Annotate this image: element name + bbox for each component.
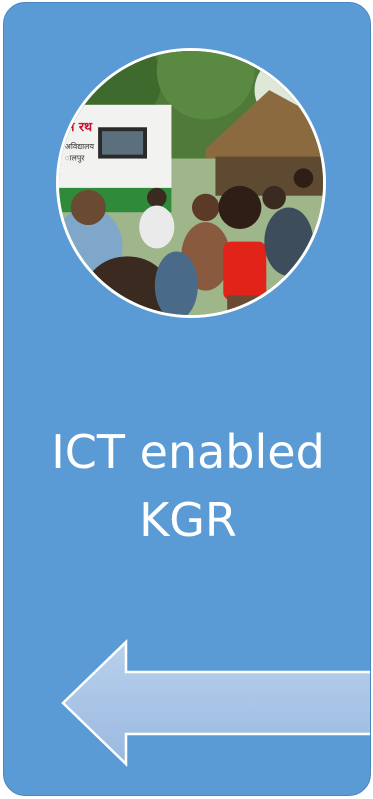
card-title-line-1: ICT enabled xyxy=(51,425,325,479)
card-title: ICT enabled KGR xyxy=(4,418,370,554)
van-sub-text-2: ालपुर xyxy=(65,154,85,164)
crowd-photo: म रथ अविद्यालय ालपुर xyxy=(56,48,326,318)
crowd-photo-illustration: म रथ अविद्यालय ालपुर xyxy=(59,51,323,315)
van-sub-text-1: अविद्यालय xyxy=(65,142,95,151)
arrow-left-icon[interactable] xyxy=(60,639,370,767)
info-card: म रथ अविद्यालय ालपुर ICT enabled KGR xyxy=(3,2,371,796)
card-title-line-2: KGR xyxy=(139,493,237,547)
van-banner-text: म रथ xyxy=(66,119,93,134)
